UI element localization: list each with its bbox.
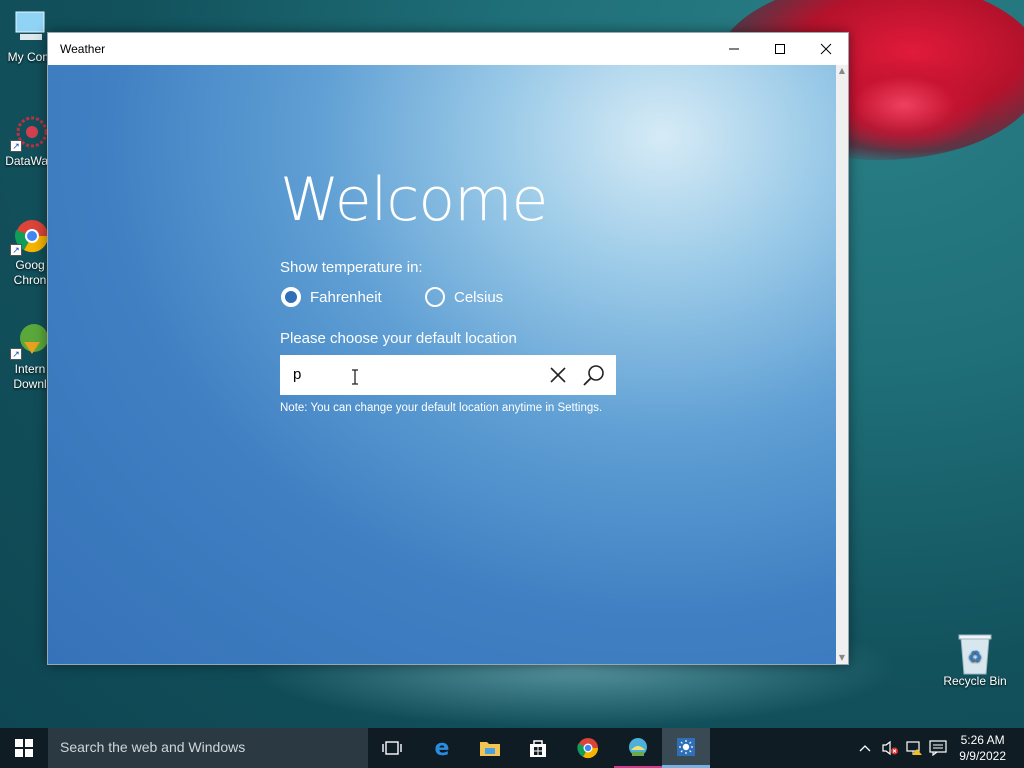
taskbar: Search the web and Windows e 5:26 AM 9/9… — [0, 728, 1024, 768]
close-icon — [820, 43, 832, 55]
desktop-icon-label: Recycle Bin — [943, 674, 1007, 688]
search-icon[interactable] — [582, 363, 606, 387]
clear-icon[interactable] — [548, 365, 568, 385]
radio-celsius[interactable]: Celsius — [425, 287, 503, 307]
task-view-icon — [382, 741, 402, 755]
chrome-icon: ↗ — [10, 216, 50, 256]
svg-text:♻: ♻ — [968, 649, 982, 666]
chevron-up-icon — [859, 745, 871, 752]
edge-taskbar-button[interactable]: e — [418, 728, 466, 768]
maximize-button[interactable] — [757, 33, 803, 65]
weather-taskbar-button[interactable] — [662, 728, 710, 768]
file-explorer-taskbar-button[interactable] — [466, 728, 514, 768]
radio-unselected-icon — [425, 287, 445, 307]
windows-logo-icon — [15, 739, 33, 757]
location-search-box[interactable]: p — [280, 355, 616, 395]
window-titlebar[interactable]: Weather — [48, 33, 848, 65]
shortcut-arrow-icon: ↗ — [10, 244, 22, 256]
location-label: Please choose your default location — [280, 330, 517, 347]
scroll-down-icon[interactable]: ▼ — [836, 652, 848, 664]
shortcut-arrow-icon: ↗ — [10, 140, 22, 152]
welcome-heading: Welcome — [280, 165, 548, 235]
app-taskbar-button[interactable] — [614, 728, 662, 768]
vertical-scrollbar[interactable]: ▲ ▼ — [836, 65, 848, 664]
weather-sun-icon — [677, 737, 695, 756]
scroll-up-icon[interactable]: ▲ — [836, 65, 848, 77]
close-button[interactable] — [803, 33, 849, 65]
radio-celsius-label: Celsius — [454, 288, 504, 306]
internet-download-manager-icon: ↗ — [10, 320, 50, 360]
minimize-button[interactable] — [711, 33, 757, 65]
action-center-button[interactable] — [926, 728, 950, 768]
text-cursor-icon — [352, 369, 358, 385]
radio-selected-icon — [281, 287, 301, 307]
volume-button[interactable] — [878, 728, 902, 768]
edge-icon: e — [435, 737, 450, 759]
clock-time: 5:26 AM — [960, 733, 1005, 747]
radio-fahrenheit[interactable]: Fahrenheit — [281, 287, 382, 307]
task-view-button[interactable] — [368, 728, 416, 768]
minimize-icon — [729, 48, 739, 50]
desktop-icon-recycle-bin[interactable]: ♻ Recycle Bin — [940, 632, 1010, 689]
location-note: Note: You can change your default locati… — [280, 402, 603, 414]
network-warning-icon — [906, 741, 922, 755]
location-input[interactable]: p — [293, 366, 301, 383]
taskbar-search-box[interactable]: Search the web and Windows — [48, 728, 368, 768]
globe-app-icon — [629, 738, 647, 756]
notifications-icon — [929, 740, 947, 756]
start-button[interactable] — [0, 728, 48, 768]
folder-icon — [480, 742, 500, 756]
weather-window: Weather Welcome Show temperature in: Fah… — [47, 32, 849, 665]
welcome-panel: Welcome Show temperature in: Fahrenheit … — [48, 65, 836, 664]
maximize-icon — [775, 44, 785, 54]
network-button[interactable] — [902, 728, 926, 768]
chrome-taskbar-button[interactable] — [564, 728, 612, 768]
radio-fahrenheit-label: Fahrenheit — [310, 288, 382, 306]
window-title: Weather — [60, 42, 106, 56]
taskbar-clock[interactable]: 5:26 AM 9/9/2022 — [959, 732, 1006, 764]
datawagon-icon: ↗ — [10, 112, 50, 152]
chrome-icon — [577, 738, 599, 759]
svg-text:e: e — [435, 737, 450, 759]
recycle-bin-icon: ♻ — [955, 632, 995, 675]
clock-date: 9/9/2022 — [959, 749, 1006, 763]
store-icon — [530, 740, 546, 757]
computer-icon — [10, 8, 50, 48]
temperature-label: Show temperature in: — [280, 259, 423, 276]
volume-muted-icon — [882, 740, 898, 756]
store-taskbar-button[interactable] — [514, 728, 562, 768]
show-hidden-icons-button[interactable] — [854, 728, 876, 768]
shortcut-arrow-icon: ↗ — [10, 348, 22, 360]
